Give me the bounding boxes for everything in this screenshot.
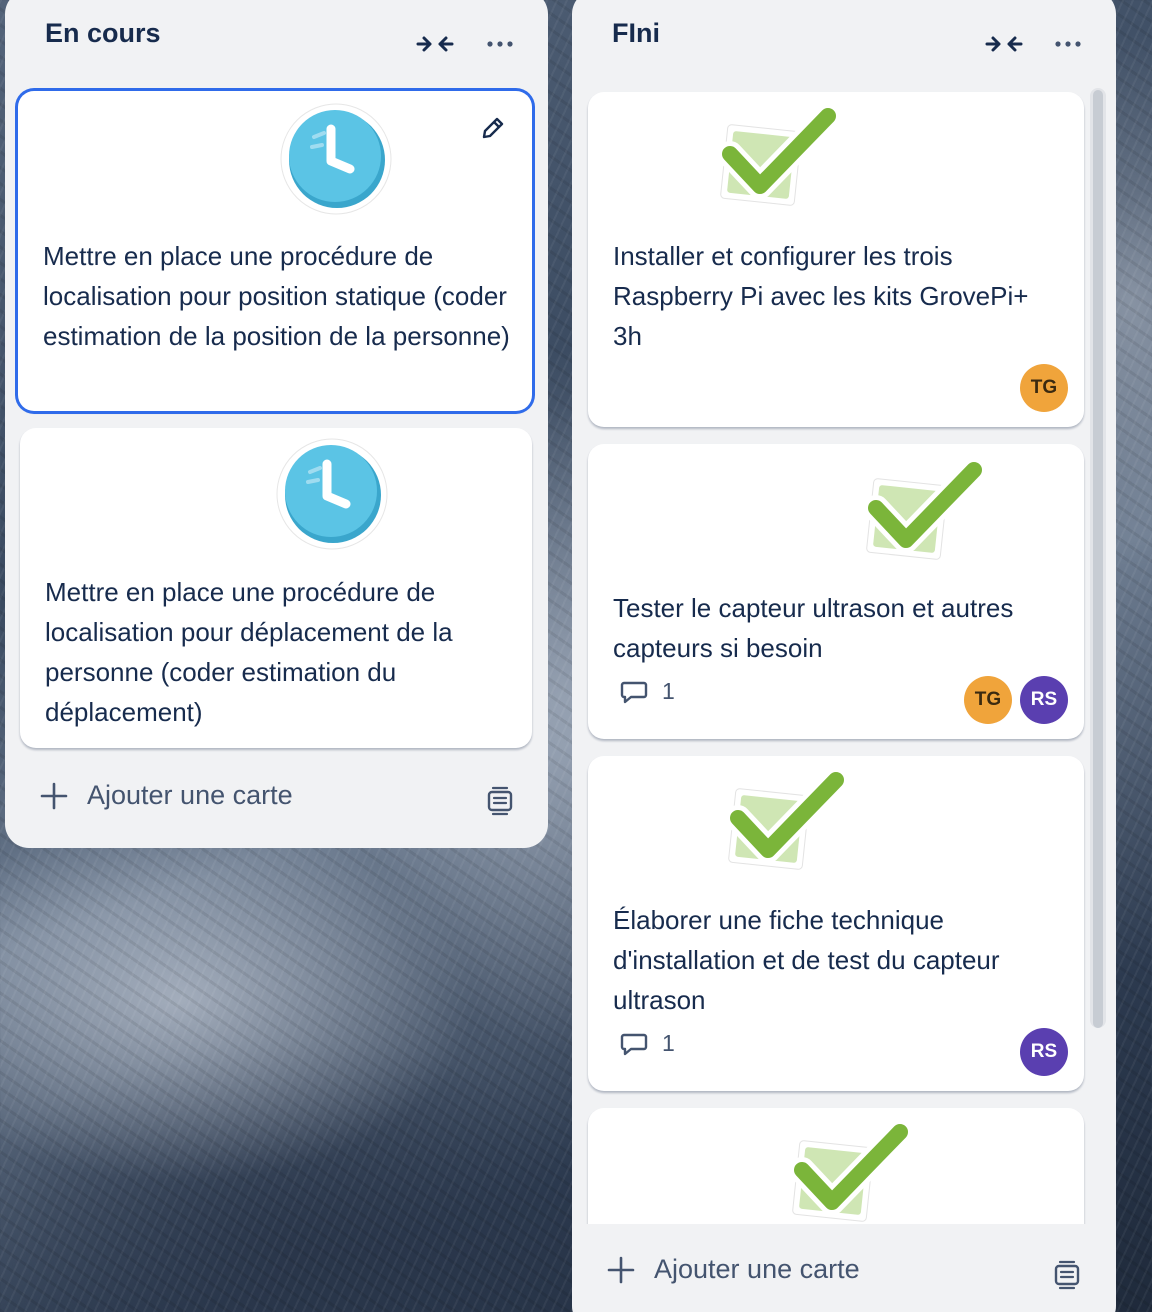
list-header: En cours (5, 0, 548, 68)
checkmark-icon (789, 1119, 910, 1222)
comment-icon (620, 1033, 648, 1055)
add-card-button[interactable]: Ajouter une carte (606, 1254, 860, 1285)
list-fini: FIni Installer et configurer les trois R… (572, 0, 1116, 1312)
checkmark-icon (725, 767, 846, 870)
card[interactable]: Tester le capteur ultrason et autres cap… (588, 444, 1084, 739)
card[interactable]: Installer et configurer les trois Raspbe… (588, 92, 1084, 427)
list-scrollbar[interactable] (1090, 88, 1106, 1028)
avatar[interactable]: TG (964, 676, 1012, 724)
card-title: Tester le capteur ultrason et autres cap… (613, 593, 1014, 663)
avatar[interactable]: TG (1020, 364, 1068, 412)
plus-icon (607, 1256, 635, 1283)
more-options-icon[interactable] (484, 28, 516, 60)
card-title: Mettre en place une procédure de localis… (45, 577, 453, 727)
collapse-list-icon[interactable] (415, 30, 455, 58)
avatar[interactable]: RS (1020, 1028, 1068, 1076)
scrollbar-thumb[interactable] (1093, 90, 1103, 1028)
card[interactable]: Élaborer une fiche technique d'installat… (588, 756, 1084, 1091)
card-template-icon[interactable] (485, 786, 515, 816)
more-options-icon[interactable] (1052, 28, 1084, 60)
collapse-list-icon[interactable] (984, 30, 1024, 58)
list-title[interactable]: FIni (612, 18, 660, 49)
card[interactable]: Mettre en place une procédure de localis… (18, 91, 532, 411)
list-header: FIni (572, 0, 1116, 68)
comments-badge: 1 (620, 678, 675, 705)
add-card-button[interactable]: Ajouter une carte (39, 780, 293, 811)
list-en-cours: En cours Mettre en place une procédure d… (5, 0, 548, 848)
clock-icon (276, 438, 388, 550)
card[interactable]: Mettre en place une procédure de localis… (20, 428, 532, 748)
plus-icon (40, 782, 68, 809)
checkmark-icon (717, 103, 838, 206)
checkmark-icon (863, 457, 984, 560)
comment-count: 1 (662, 1030, 675, 1056)
card-container: FIni Installer et configurer les trois R… (572, 0, 1116, 1224)
comments-badge: 1 (620, 1030, 675, 1057)
clock-icon (280, 103, 392, 215)
pencil-edit-icon[interactable] (480, 115, 506, 141)
card-title: Élaborer une fiche technique d'installat… (613, 905, 1000, 1015)
add-card-label: Ajouter une carte (87, 780, 293, 810)
card[interactable] (588, 1108, 1084, 1224)
comment-count: 1 (662, 678, 675, 704)
comment-icon (620, 681, 648, 703)
avatar[interactable]: RS (1020, 676, 1068, 724)
card-title: Mettre en place une procédure de localis… (43, 241, 510, 351)
add-card-label: Ajouter une carte (654, 1254, 860, 1284)
card-template-icon[interactable] (1052, 1260, 1082, 1290)
card-title: Installer et configurer les trois Raspbe… (613, 241, 1029, 351)
list-title[interactable]: En cours (45, 18, 161, 49)
